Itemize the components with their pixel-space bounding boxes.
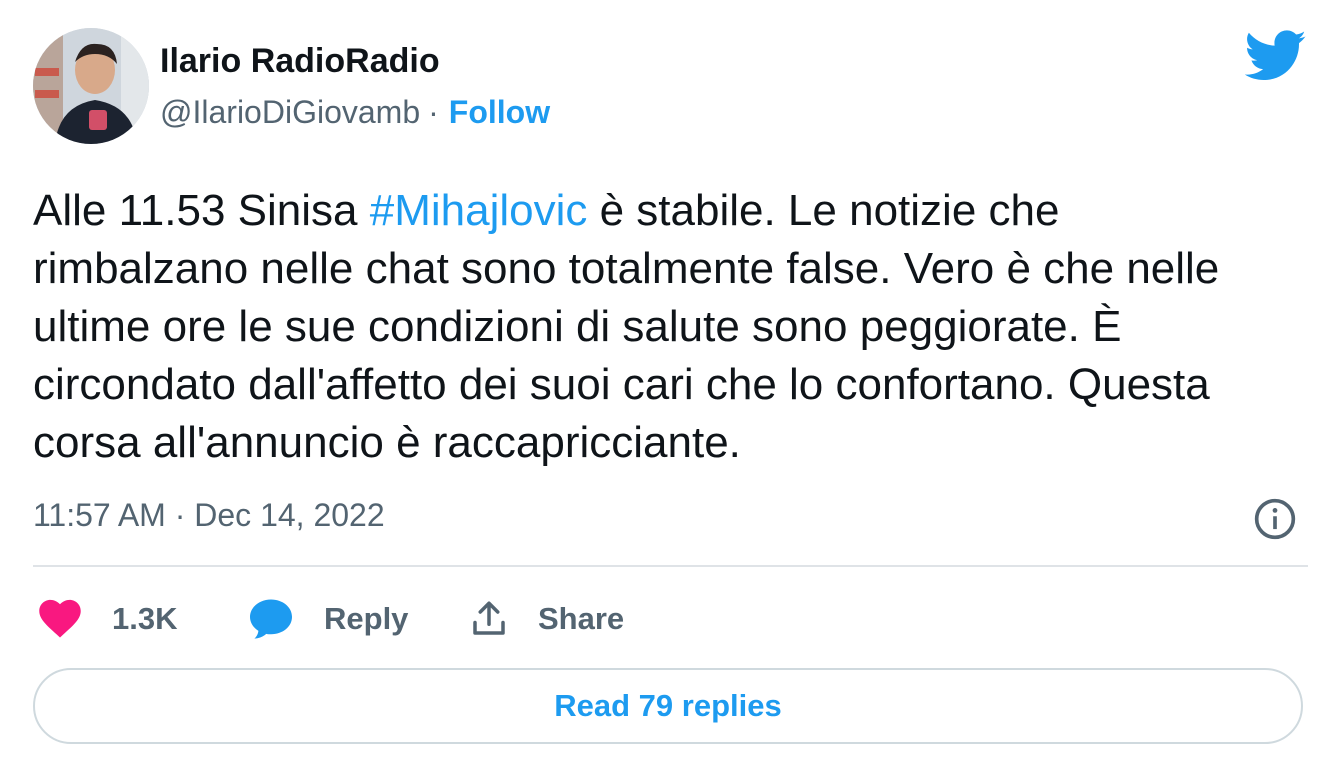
tweet-timestamp[interactable]: 11:57 AM · Dec 14, 2022 — [33, 497, 385, 534]
avatar-photo — [33, 28, 149, 144]
author-handle[interactable]: @IlarioDiGiovamb — [160, 94, 420, 130]
read-replies-button[interactable]: Read 79 replies — [33, 668, 1303, 744]
follow-button[interactable]: Follow — [449, 94, 550, 130]
share-upload-icon — [473, 601, 505, 635]
info-icon[interactable] — [1253, 497, 1297, 541]
separator-dot: · — [428, 94, 439, 130]
heart-icon — [39, 599, 81, 638]
like-button[interactable]: 1.3K — [38, 592, 177, 646]
hashtag-link[interactable]: #Mihajlovic — [370, 186, 588, 235]
author-display-name[interactable]: Ilario RadioRadio — [160, 42, 440, 81]
twitter-bird-icon[interactable] — [1245, 30, 1307, 82]
divider — [33, 565, 1308, 567]
tweet-text: Alle 11.53 Sinisa #Mihajlovic è stabile.… — [33, 182, 1283, 472]
avatar[interactable] — [33, 28, 149, 144]
reply-label: Reply — [324, 601, 409, 636]
share-button[interactable]: Share — [468, 592, 624, 646]
reply-button[interactable]: Reply — [248, 592, 408, 646]
tweet-text-start: Alle 11.53 Sinisa — [33, 186, 370, 235]
like-count: 1.3K — [112, 601, 178, 636]
share-label: Share — [538, 601, 625, 636]
tweet-card: Ilario RadioRadio @IlarioDiGiovamb · Follo… — [0, 0, 1324, 768]
author-handle-line: @IlarioDiGiovamb · Follow — [160, 94, 550, 131]
speech-bubble-icon — [250, 599, 292, 639]
